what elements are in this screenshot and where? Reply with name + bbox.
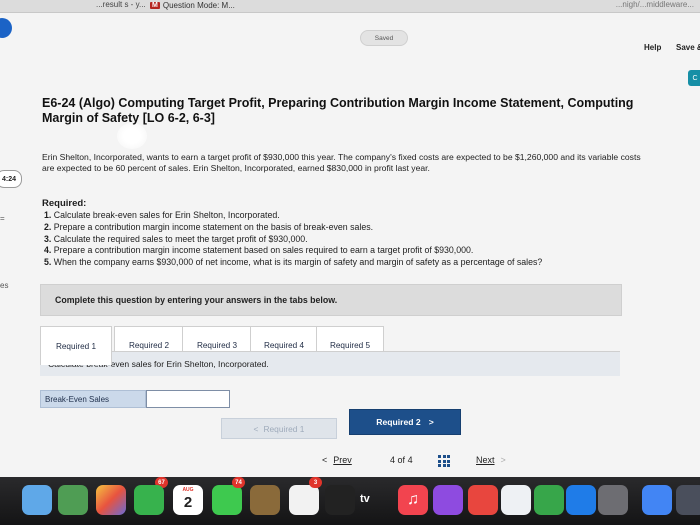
timer-badge: 4:24: [0, 170, 22, 188]
prev-label: Prev: [333, 455, 352, 465]
apple-tv-icon[interactable]: [325, 485, 355, 515]
next-question-button[interactable]: Next >: [476, 455, 506, 465]
required-heading: Required:: [42, 198, 87, 209]
reminders-icon[interactable]: [289, 485, 319, 515]
chevron-right-icon: >: [500, 455, 506, 465]
mail-icon[interactable]: [22, 485, 52, 515]
required-item-2: 2. Prepare a contribution margin income …: [44, 221, 374, 232]
required-item-4: 4. Prepare a contribution margin income …: [44, 245, 474, 256]
keynote-icon[interactable]: [501, 485, 531, 515]
podcasts-icon[interactable]: [433, 485, 463, 515]
browser-tab-bar: ...result s - y... M Question Mode: M...…: [0, 0, 700, 13]
required-list: 1. Calculate break-even sales for Erin S…: [44, 210, 654, 269]
system-preferences-icon[interactable]: [598, 485, 628, 515]
required-item-5: 5. When the company earns $930,000 of ne…: [44, 257, 543, 268]
notes-app-icon[interactable]: [250, 485, 280, 515]
finder-window-icon[interactable]: [676, 485, 700, 515]
save-exit-link[interactable]: Save &: [676, 43, 700, 52]
music-icon[interactable]: ♫: [398, 485, 428, 515]
break-even-sales-label: Break-Even Sales: [40, 390, 146, 408]
app-store-icon[interactable]: [566, 485, 596, 515]
numbers-icon[interactable]: [534, 485, 564, 515]
instruction-text: Complete this question by entering your …: [55, 295, 338, 305]
prev-required-button[interactable]: < Required 1: [221, 418, 337, 439]
required-item-1: 1. Calculate break-even sales for Erin S…: [44, 210, 280, 220]
sidebar-fragment-text: es: [0, 281, 9, 290]
browser-url-fragment: ...nigh/...middleware...: [615, 0, 694, 9]
photos-icon[interactable]: [96, 485, 126, 515]
saved-status-badge: Saved: [360, 30, 408, 46]
break-even-sales-input[interactable]: [146, 390, 230, 408]
prev-question-button[interactable]: < Prev: [322, 455, 352, 465]
news-icon[interactable]: [468, 485, 498, 515]
chevron-left-icon: <: [253, 423, 259, 434]
side-panel-toggle[interactable]: C: [688, 70, 700, 86]
question-intro: Erin Shelton, Incorporated, wants to ear…: [42, 152, 641, 173]
browser-tab-question-mode[interactable]: M Question Mode: M...: [150, 0, 235, 10]
messages-badge: 74: [232, 477, 245, 488]
tab-required-1[interactable]: Required 1: [40, 326, 112, 365]
next-required-button[interactable]: Required 2 >: [349, 409, 461, 435]
grid-view-icon[interactable]: [438, 455, 450, 467]
sidebar-fragment-mark: =: [0, 214, 5, 223]
facetime-icon[interactable]: [134, 485, 164, 515]
mcgraw-hill-icon: M: [150, 1, 160, 9]
browser-tab-fragment[interactable]: ...result s - y...: [96, 0, 146, 9]
macos-dock: 67 AUG 2 74 3 ♫: [0, 477, 700, 525]
chevron-left-icon: <: [322, 455, 328, 465]
next-required-label: Required 2: [376, 417, 421, 427]
chrome-icon[interactable]: [642, 485, 672, 515]
question-indicator-icon[interactable]: [0, 18, 12, 38]
prev-required-label: Required 1: [263, 423, 305, 434]
messages-icon[interactable]: [212, 485, 242, 515]
reminders-badge: 3: [309, 477, 322, 488]
page-count: 4 of 4: [390, 455, 413, 465]
screen-glare: [117, 123, 147, 149]
calendar-icon[interactable]: AUG 2: [173, 485, 203, 515]
chevron-right-icon: >: [428, 417, 434, 427]
maps-icon[interactable]: [58, 485, 88, 515]
task-panel: Calculate break-even sales for Erin Shel…: [40, 351, 620, 376]
browser-tab-title: Question Mode: M...: [162, 0, 235, 10]
question-title: E6-24 (Algo) Computing Target Profit, Pr…: [42, 96, 634, 125]
instruction-bar: Complete this question by entering your …: [40, 284, 622, 316]
required-item-3: 3. Calculate the required sales to meet …: [44, 233, 308, 244]
next-label: Next: [476, 455, 495, 465]
help-link[interactable]: Help: [644, 43, 661, 52]
apple-tv-label: tv: [360, 493, 370, 505]
